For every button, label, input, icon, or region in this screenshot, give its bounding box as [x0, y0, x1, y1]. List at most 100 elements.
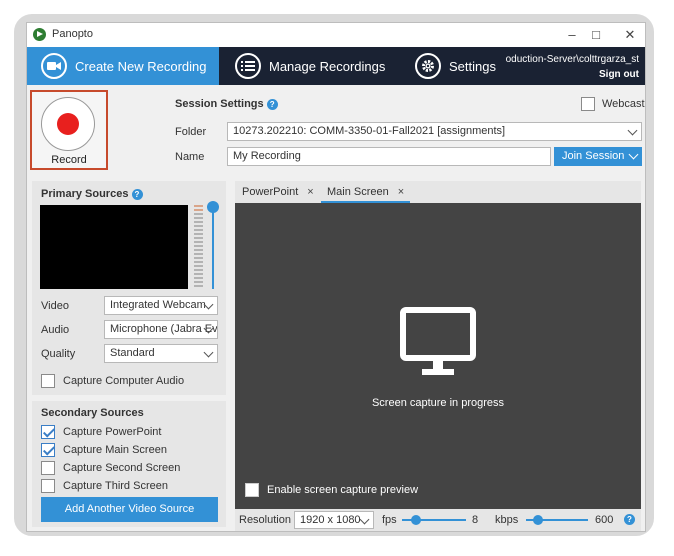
name-label: Name	[175, 151, 205, 163]
capture-computer-audio-label: Capture Computer Audio	[63, 375, 185, 387]
camera-icon	[41, 53, 67, 79]
kbps-value: 600	[595, 514, 614, 526]
record-label: Record	[51, 154, 87, 166]
preview-tabs: PowerPoint × Main Screen ×	[235, 181, 641, 203]
name-input[interactable]: My Recording	[227, 147, 551, 166]
tab-label: PowerPoint	[242, 186, 299, 198]
primary-sources-label: Primary Sources	[41, 188, 129, 200]
secondary-sources-panel: Secondary Sources Capture PowerPoint Cap…	[32, 401, 226, 527]
main-nav: Create New Recording Manage Recordings S…	[27, 47, 645, 85]
help-icon[interactable]: ?	[131, 188, 143, 200]
monitor-icon	[400, 307, 476, 375]
kbps-slider-handle[interactable]	[533, 515, 543, 525]
record-button[interactable]: Record	[30, 90, 108, 170]
capture-second-screen-option[interactable]: Capture Second Screen	[41, 461, 180, 475]
capture-third-screen-option[interactable]: Capture Third Screen	[41, 479, 168, 493]
tab-powerpoint[interactable]: PowerPoint ×	[242, 181, 314, 203]
capture-main-screen-label: Capture Main Screen	[63, 444, 167, 456]
tab-label: Create New Recording	[75, 58, 207, 74]
webcast-toggle[interactable]: Webcast	[581, 97, 645, 111]
capture-second-screen-checkbox[interactable]	[41, 461, 55, 475]
tab-label: Manage Recordings	[269, 58, 386, 74]
capture-powerpoint-option[interactable]: Capture PowerPoint	[41, 425, 161, 439]
tab-label: Settings	[449, 58, 496, 74]
webcast-checkbox[interactable]	[581, 97, 595, 111]
audio-value: Microphone (Jabra Evolve	[110, 323, 218, 335]
help-icon[interactable]: ?	[266, 98, 278, 110]
tab-manage-recordings[interactable]: Manage Recordings	[235, 47, 405, 85]
quality-value: Standard	[110, 347, 155, 359]
minimize-icon[interactable]: –	[561, 25, 583, 45]
capture-third-screen-checkbox[interactable]	[41, 479, 55, 493]
capture-main-screen-checkbox[interactable]	[41, 443, 55, 457]
close-icon[interactable]: ✕	[619, 25, 641, 45]
capture-computer-audio-checkbox[interactable]	[41, 374, 55, 388]
close-tab-icon[interactable]: ×	[398, 186, 404, 198]
capture-powerpoint-checkbox[interactable]	[41, 425, 55, 439]
tab-settings[interactable]: Settings	[415, 47, 505, 85]
chevron-down-icon	[359, 514, 370, 525]
add-video-source-button[interactable]: Add Another Video Source	[41, 497, 218, 522]
record-dot-icon	[57, 113, 79, 135]
resolution-label: Resolution	[239, 514, 291, 526]
tab-main-screen[interactable]: Main Screen ×	[321, 181, 411, 203]
kbps-label: kbps	[495, 514, 519, 526]
panopto-logo-icon	[33, 28, 46, 41]
title-bar: Panopto – □ ✕	[27, 23, 645, 47]
capture-settings-bar: Resolution 1920 x 1080 fps 8 kbps 600 ?	[235, 509, 641, 531]
app-title: Panopto	[52, 28, 93, 40]
fps-label: fps	[382, 514, 397, 526]
server-user: oduction-Server\colttrgarza_st Sign out	[506, 52, 639, 82]
close-tab-icon[interactable]: ×	[307, 186, 313, 198]
help-icon[interactable]: ?	[624, 514, 635, 525]
panopto-window: Panopto – □ ✕ Create New Recording Manag…	[26, 22, 646, 532]
folder-value: 10273.202210: COMM-3350-01-Fall2021 [ass…	[233, 125, 506, 137]
folder-select[interactable]: 10273.202210: COMM-3350-01-Fall2021 [ass…	[227, 122, 642, 141]
enable-preview-label: Enable screen capture preview	[267, 484, 419, 496]
audio-label: Audio	[41, 324, 70, 336]
volume-slider-handle[interactable]	[207, 201, 219, 213]
capture-powerpoint-label: Capture PowerPoint	[63, 426, 162, 438]
primary-sources-panel: Primary Sources ? Video Integrated Webca…	[32, 181, 226, 395]
secondary-sources-title: Secondary Sources	[41, 407, 144, 419]
chevron-down-icon	[203, 347, 214, 358]
chevron-down-icon	[628, 149, 639, 160]
folder-label: Folder	[175, 126, 207, 138]
volume-slider-track[interactable]	[212, 205, 214, 289]
webcast-label: Webcast	[602, 98, 645, 110]
tab-create-new-recording[interactable]: Create New Recording	[27, 47, 219, 85]
audio-peak-segment	[194, 205, 203, 213]
capture-main-screen-option[interactable]: Capture Main Screen	[41, 443, 167, 457]
video-label: Video	[41, 300, 69, 312]
join-session-button[interactable]: Join Session	[554, 147, 642, 166]
sign-out-link[interactable]: Sign out	[506, 67, 639, 82]
audio-select[interactable]: Microphone (Jabra Evolve	[104, 320, 218, 339]
audio-level-meter	[194, 205, 203, 289]
gear-icon	[415, 53, 441, 79]
capture-computer-audio-option[interactable]: Capture Computer Audio	[41, 374, 184, 388]
webcast-preview	[40, 205, 188, 289]
quality-label: Quality	[41, 348, 76, 360]
video-value: Integrated Webcam	[110, 299, 206, 311]
tab-label: Main Screen	[327, 186, 389, 198]
enable-preview-checkbox[interactable]	[245, 483, 259, 497]
name-value: My Recording	[233, 150, 301, 162]
quality-select[interactable]: Standard	[104, 344, 218, 363]
capture-status-text: Screen capture in progress	[371, 397, 505, 409]
session-settings-title: Session Settings ?	[175, 98, 278, 110]
maximize-icon[interactable]: □	[585, 25, 607, 45]
capture-third-screen-label: Capture Third Screen	[63, 480, 168, 492]
resolution-select[interactable]: 1920 x 1080	[294, 511, 374, 529]
resolution-value: 1920 x 1080	[300, 514, 361, 526]
screen-preview-area: Screen capture in progress Enable screen…	[235, 203, 641, 509]
fps-slider-handle[interactable]	[411, 515, 421, 525]
record-circle[interactable]	[41, 97, 95, 151]
capture-second-screen-label: Capture Second Screen	[63, 462, 181, 474]
fps-value: 8	[472, 514, 479, 526]
video-select[interactable]: Integrated Webcam	[104, 296, 218, 315]
primary-sources-title: Primary Sources ?	[41, 188, 143, 200]
join-session-label: Join Session	[562, 150, 625, 162]
enable-preview-option[interactable]: Enable screen capture preview	[245, 483, 418, 497]
chevron-down-icon	[627, 125, 638, 136]
list-icon	[235, 53, 261, 79]
